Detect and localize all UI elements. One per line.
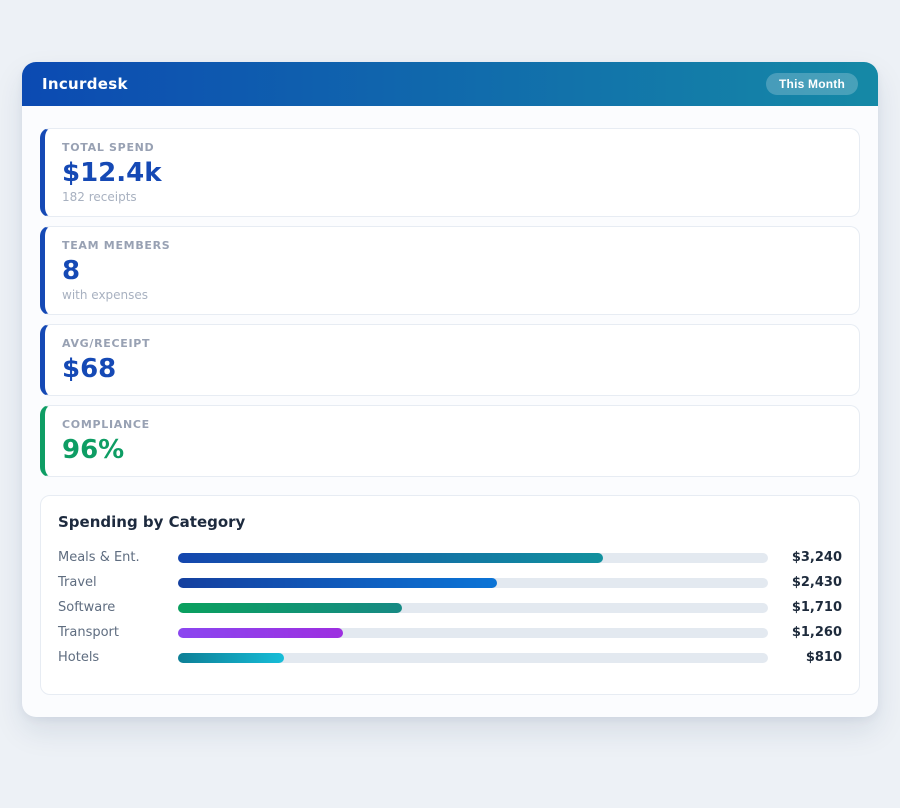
stat-card-compliance: COMPLIANCE 96% <box>40 405 860 477</box>
chart-bar-track <box>178 553 768 563</box>
chart-bar-fill <box>178 603 402 613</box>
stat-value: $68 <box>62 355 842 383</box>
stat-label: TEAM MEMBERS <box>62 239 842 252</box>
app-header: Incurdesk This Month <box>22 62 878 106</box>
chart-value-label: $3,240 <box>770 550 842 565</box>
chart-category-label: Software <box>58 600 176 615</box>
chart-value-label: $810 <box>770 650 842 665</box>
dashboard-card: Incurdesk This Month TOTAL SPEND $12.4k … <box>22 62 878 717</box>
chart-value-label: $1,260 <box>770 625 842 640</box>
chart-category-label: Meals & Ent. <box>58 550 176 565</box>
stat-value: $12.4k <box>62 159 842 187</box>
stat-value: 96% <box>62 436 842 464</box>
stat-card-team-members: TEAM MEMBERS 8 with expenses <box>40 226 860 315</box>
chart-row: Software $1,710 <box>58 595 842 620</box>
stat-card-avg-receipt: AVG/RECEIPT $68 <box>40 324 860 396</box>
period-badge[interactable]: This Month <box>766 73 858 95</box>
dashboard-body: TOTAL SPEND $12.4k 182 receipts TEAM MEM… <box>22 106 878 717</box>
stat-label: COMPLIANCE <box>62 418 842 431</box>
chart-category-label: Hotels <box>58 650 176 665</box>
spending-chart-card: Spending by Category Meals & Ent. $3,240 T… <box>40 495 860 695</box>
chart-bar-fill <box>178 653 284 663</box>
stat-label: TOTAL SPEND <box>62 141 842 154</box>
stat-sub: with expenses <box>62 289 842 302</box>
chart-bar-fill <box>178 628 343 638</box>
chart-bar-track <box>178 578 768 588</box>
chart-row: Travel $2,430 <box>58 570 842 595</box>
stat-sub: 182 receipts <box>62 191 842 204</box>
chart-bar-track <box>178 653 768 663</box>
chart-category-label: Transport <box>58 625 176 640</box>
chart-row: Hotels $810 <box>58 645 842 670</box>
stat-card-total-spend: TOTAL SPEND $12.4k 182 receipts <box>40 128 860 217</box>
app-title: Incurdesk <box>42 75 128 93</box>
chart-rows: Meals & Ent. $3,240 Travel $2,430 Software $1… <box>58 545 842 670</box>
chart-bar-track <box>178 628 768 638</box>
stat-value: 8 <box>62 257 842 285</box>
chart-bar-fill <box>178 578 497 588</box>
chart-bar-fill <box>178 553 603 563</box>
chart-category-label: Travel <box>58 575 176 590</box>
chart-row: Meals & Ent. $3,240 <box>58 545 842 570</box>
chart-bar-track <box>178 603 768 613</box>
chart-row: Transport $1,260 <box>58 620 842 645</box>
stat-label: AVG/RECEIPT <box>62 337 842 350</box>
chart-value-label: $2,430 <box>770 575 842 590</box>
chart-title: Spending by Category <box>58 513 842 532</box>
chart-value-label: $1,710 <box>770 600 842 615</box>
